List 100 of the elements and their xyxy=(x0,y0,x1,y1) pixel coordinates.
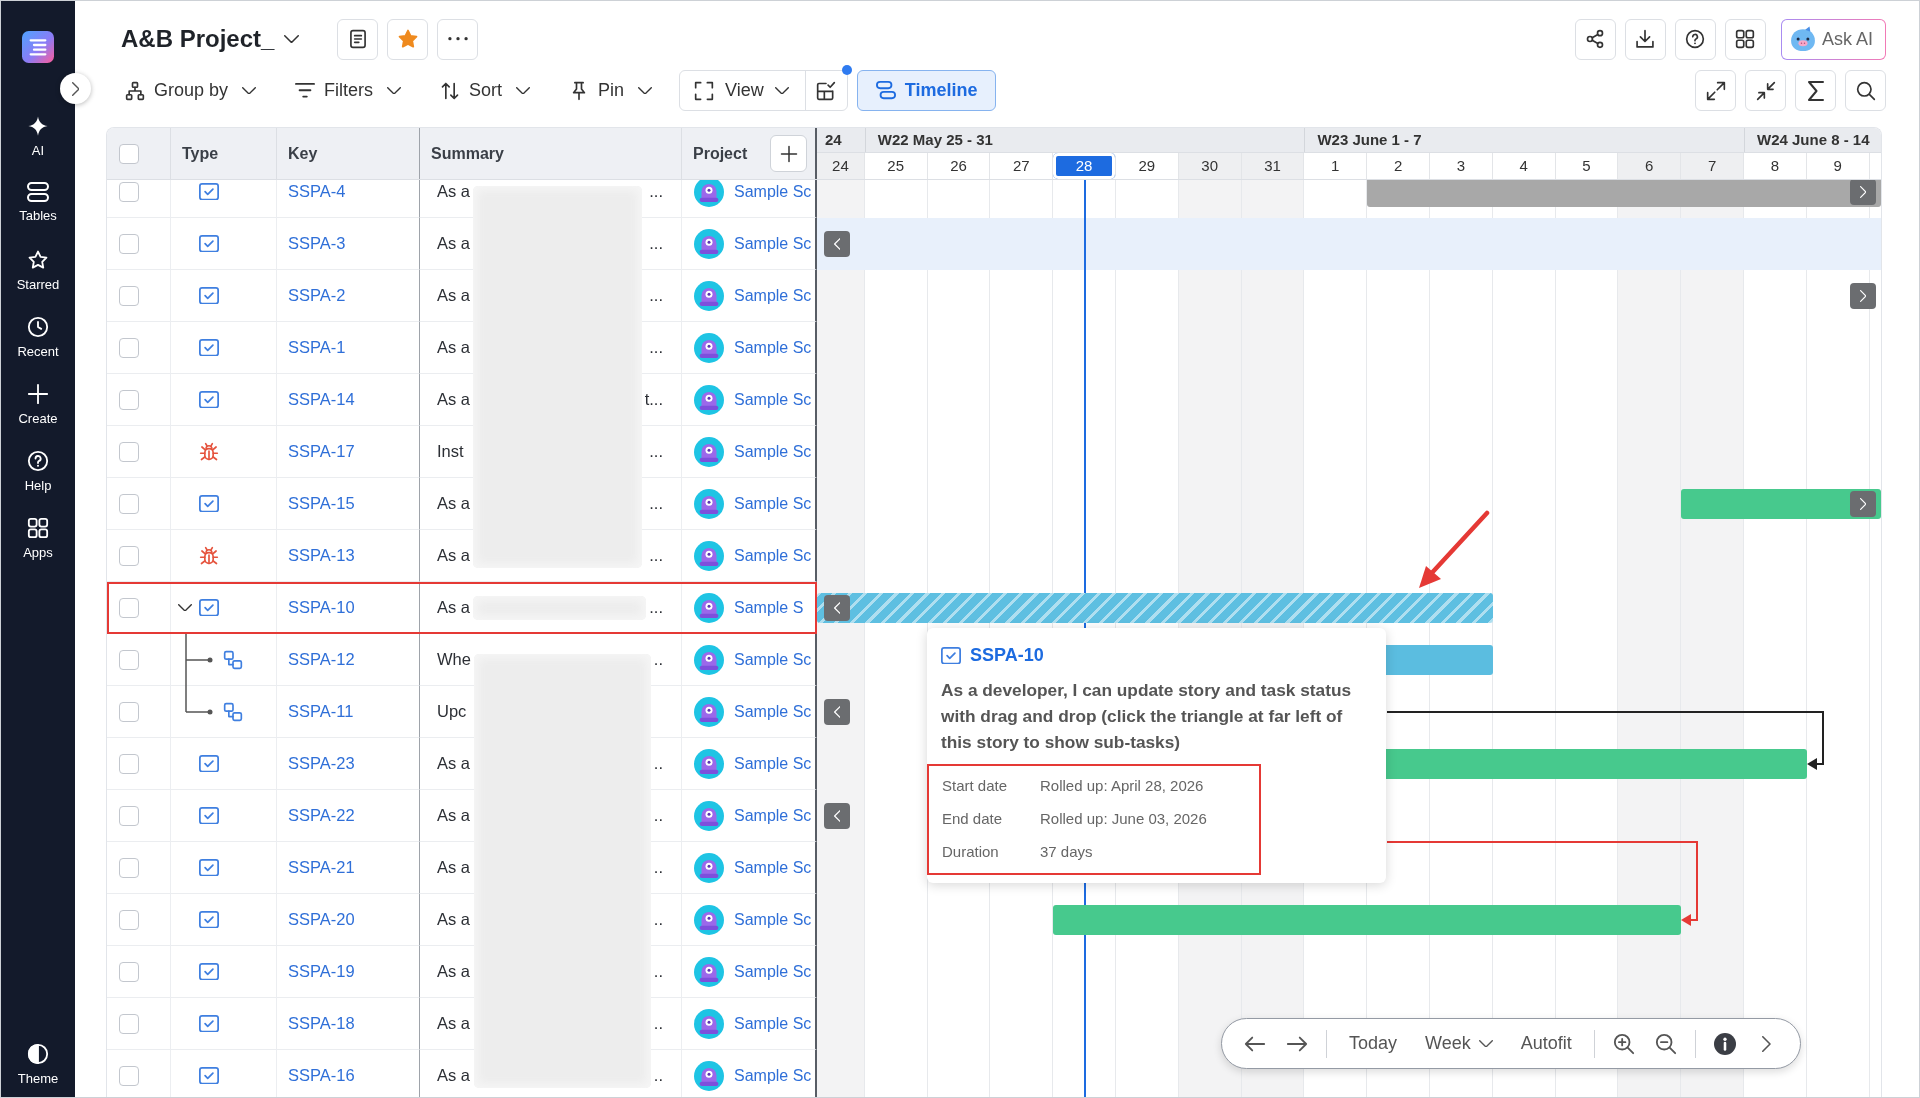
issue-key-link[interactable]: SSPA-11 xyxy=(288,699,354,724)
issue-key-link[interactable]: SSPA-3 xyxy=(288,231,346,256)
scroll-to-bar-button[interactable] xyxy=(824,699,850,725)
sidebar-item[interactable]: Help xyxy=(24,450,52,517)
issue-key-link[interactable]: SSPA-18 xyxy=(288,1011,355,1036)
apps-button[interactable] xyxy=(1724,18,1766,60)
project-link[interactable]: Sample Sc xyxy=(734,491,812,516)
expand-button[interactable] xyxy=(1695,70,1736,111)
row-checkbox[interactable] xyxy=(119,857,139,878)
project-link[interactable]: Sample Sc xyxy=(734,907,812,932)
column-header[interactable]: Type xyxy=(182,141,219,166)
row-checkbox[interactable] xyxy=(119,1013,139,1034)
issue-key-link[interactable]: SSPA-10 xyxy=(288,595,355,620)
sidebar-item[interactable]: Create xyxy=(18,383,58,450)
sidebar-item[interactable]: Recent xyxy=(17,316,59,383)
row-checkbox[interactable] xyxy=(119,389,139,410)
row-checkbox[interactable] xyxy=(119,545,139,566)
issue-key-link[interactable]: SSPA-14 xyxy=(288,387,355,412)
favorite-button[interactable] xyxy=(387,18,429,60)
add-column-button[interactable] xyxy=(770,135,807,172)
filter-button[interactable]: Filters xyxy=(291,70,406,111)
row-checkbox[interactable] xyxy=(119,1065,139,1086)
chevron-down-icon[interactable] xyxy=(178,603,192,612)
row-checkbox[interactable] xyxy=(119,337,139,358)
task-bar[interactable] xyxy=(1367,180,1881,207)
scale-dropdown[interactable]: Week xyxy=(1411,1023,1507,1064)
project-link[interactable]: Sample S xyxy=(734,595,804,620)
project-link[interactable]: Sample Sc xyxy=(734,387,812,412)
search-button[interactable] xyxy=(1845,70,1886,111)
row-checkbox[interactable] xyxy=(119,233,139,254)
sidebar-item[interactable]: Theme xyxy=(17,1043,59,1087)
sort-button[interactable]: Sort xyxy=(436,70,535,111)
help-button[interactable] xyxy=(1674,18,1716,60)
row-checkbox[interactable] xyxy=(119,181,139,202)
sum-button[interactable] xyxy=(1795,70,1836,111)
issue-key-link[interactable]: SSPA-17 xyxy=(288,439,355,464)
chevron-down-icon[interactable] xyxy=(284,34,300,44)
project-link[interactable]: Sample Sc xyxy=(734,543,812,568)
sidebar-item[interactable]: Starred xyxy=(16,249,60,316)
project-link[interactable]: Sample Sc xyxy=(734,959,812,984)
issue-key-link[interactable]: SSPA-21 xyxy=(288,855,355,880)
row-checkbox[interactable] xyxy=(119,597,139,618)
ask-ai-button[interactable]: Ask AI xyxy=(1780,18,1886,60)
scroll-to-bar-button[interactable] xyxy=(1850,491,1876,517)
issue-key-link[interactable]: SSPA-19 xyxy=(288,959,355,984)
project-link[interactable]: Sample Sc xyxy=(734,231,812,256)
select-all-checkbox[interactable] xyxy=(119,143,139,164)
issue-key-link[interactable]: SSPA-2 xyxy=(288,283,346,308)
issue-key-link[interactable]: SSPA-10 xyxy=(970,642,1044,669)
sidebar-item[interactable]: Apps xyxy=(23,517,53,584)
nav-button[interactable]: Today xyxy=(1335,1023,1412,1064)
row-checkbox[interactable] xyxy=(119,441,139,462)
project-link[interactable]: Sample Sc xyxy=(734,647,812,672)
row-checkbox[interactable] xyxy=(119,753,139,774)
row-checkbox[interactable] xyxy=(119,701,139,722)
project-link[interactable]: Sample Sc xyxy=(734,1011,812,1036)
row-checkbox[interactable] xyxy=(119,961,139,982)
more-button[interactable] xyxy=(437,18,479,60)
row-checkbox[interactable] xyxy=(119,649,139,670)
project-title[interactable]: A&B Project_ xyxy=(121,27,275,51)
issue-key-link[interactable]: SSPA-4 xyxy=(288,180,346,204)
sidebar-item[interactable]: Tables xyxy=(19,182,57,249)
issue-key-link[interactable]: SSPA-22 xyxy=(288,803,355,828)
sidebar-item[interactable]: AI xyxy=(27,115,49,182)
details-button[interactable] xyxy=(337,18,379,60)
issue-key-link[interactable]: SSPA-16 xyxy=(288,1063,355,1088)
project-link[interactable]: Sample Sc xyxy=(734,751,812,776)
collapse-button[interactable] xyxy=(1745,70,1786,111)
issue-key-link[interactable]: SSPA-12 xyxy=(288,647,355,672)
row-checkbox[interactable] xyxy=(119,285,139,306)
project-link[interactable]: Sample Sc xyxy=(734,439,812,464)
issue-key-link[interactable]: SSPA-23 xyxy=(288,751,355,776)
project-link[interactable]: Sample Sc xyxy=(734,335,812,360)
share-button[interactable] xyxy=(1574,18,1616,60)
issue-key-link[interactable]: SSPA-1 xyxy=(288,335,346,360)
issue-key-link[interactable]: SSPA-13 xyxy=(288,543,355,568)
column-header[interactable]: Key xyxy=(288,141,318,166)
group-button[interactable]: Group by xyxy=(121,70,261,111)
scroll-to-bar-button[interactable] xyxy=(824,595,850,621)
project-link[interactable]: Sample Sc xyxy=(734,855,812,880)
pin-button[interactable]: Pin xyxy=(565,70,657,111)
project-link[interactable]: Sample Sc xyxy=(734,283,812,308)
nav-button[interactable]: Autofit xyxy=(1506,1023,1586,1064)
column-header[interactable]: Project xyxy=(693,141,748,166)
column-header[interactable]: Summary xyxy=(431,141,504,166)
scroll-to-bar-button[interactable] xyxy=(1850,180,1876,205)
app-logo-icon[interactable] xyxy=(22,31,54,63)
project-link[interactable]: Sample Sc xyxy=(734,699,812,724)
scroll-to-bar-button[interactable] xyxy=(824,231,850,257)
sidebar-expand-button[interactable] xyxy=(60,73,91,104)
timeline-tab[interactable]: Timeline xyxy=(856,70,997,111)
issue-key-link[interactable]: SSPA-20 xyxy=(288,907,355,932)
project-link[interactable]: Sample Sc xyxy=(734,180,812,204)
row-checkbox[interactable] xyxy=(119,493,139,514)
rollup-bar[interactable] xyxy=(817,593,1493,623)
scroll-to-bar-button[interactable] xyxy=(824,803,850,829)
project-link[interactable]: Sample Sc xyxy=(734,1063,812,1088)
project-link[interactable]: Sample Sc xyxy=(734,803,812,828)
row-checkbox[interactable] xyxy=(119,909,139,930)
row-checkbox[interactable] xyxy=(119,805,139,826)
